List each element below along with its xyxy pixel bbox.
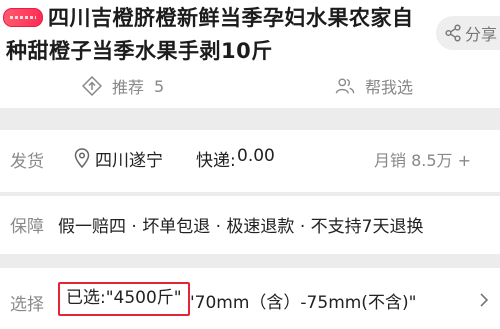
share-icon <box>445 24 461 42</box>
shipping-label: 发货 <box>10 152 44 172</box>
promo-tag-badge <box>3 8 43 27</box>
help-me-choose-button[interactable]: 帮我选 <box>335 74 413 98</box>
product-title-card: 四川吉橙脐橙新鲜当季孕妇水果农家自 种甜橙子当季水果手剥10斤 分享 推荐 5 <box>0 0 500 108</box>
product-title-line-2: 种甜橙子当季水果手剥10斤 <box>6 39 273 63</box>
chevron-right-icon <box>480 293 489 307</box>
recommend-button[interactable]: 推荐 5 <box>82 74 164 98</box>
shipping-fee-value: 0.00 <box>237 146 275 166</box>
share-label: 分享 <box>465 25 498 44</box>
product-detail-page: 四川吉橙脐橙新鲜当季孕妇水果农家自 种甜橙子当季水果手剥10斤 分享 推荐 5 <box>0 0 500 329</box>
shipping-fee-label: 快递: <box>196 151 236 171</box>
spec-select-row[interactable]: 选择 已选:"4500斤" '70mm（含）-75mm(不含)" <box>0 268 500 329</box>
select-label: 选择 <box>10 295 44 315</box>
monthly-sales: 月销 8.5万 + <box>374 151 472 170</box>
guarantee-label: 保障 <box>10 217 44 237</box>
guarantee-text: 假一赔四 · 坏单包退 · 极速退款 · 不支持7天退换 <box>58 217 424 237</box>
recommend-label: 推荐 <box>112 78 145 97</box>
recommend-icon <box>82 76 102 96</box>
ship-from-location: 四川遂宁 <box>95 151 163 171</box>
product-title-line-1: 四川吉橙脐橙新鲜当季孕妇水果农家自 <box>48 6 414 30</box>
recommend-count: 5 <box>154 76 165 96</box>
help-me-choose-label: 帮我选 <box>365 78 414 97</box>
location-pin-icon <box>74 148 90 168</box>
guarantee-row[interactable]: 保障 假一赔四 · 坏单包退 · 极速退款 · 不支持7天退换 <box>0 196 500 254</box>
shipping-row[interactable]: 发货 四川遂宁 快递: 0.00 月销 8.5万 + <box>0 130 500 192</box>
people-icon <box>335 78 355 94</box>
selected-spec-text: '70mm（含）-75mm(不含)" <box>190 293 417 313</box>
selected-option-highlight: 已选:"4500斤" <box>58 282 190 316</box>
share-button[interactable]: 分享 <box>436 16 500 50</box>
